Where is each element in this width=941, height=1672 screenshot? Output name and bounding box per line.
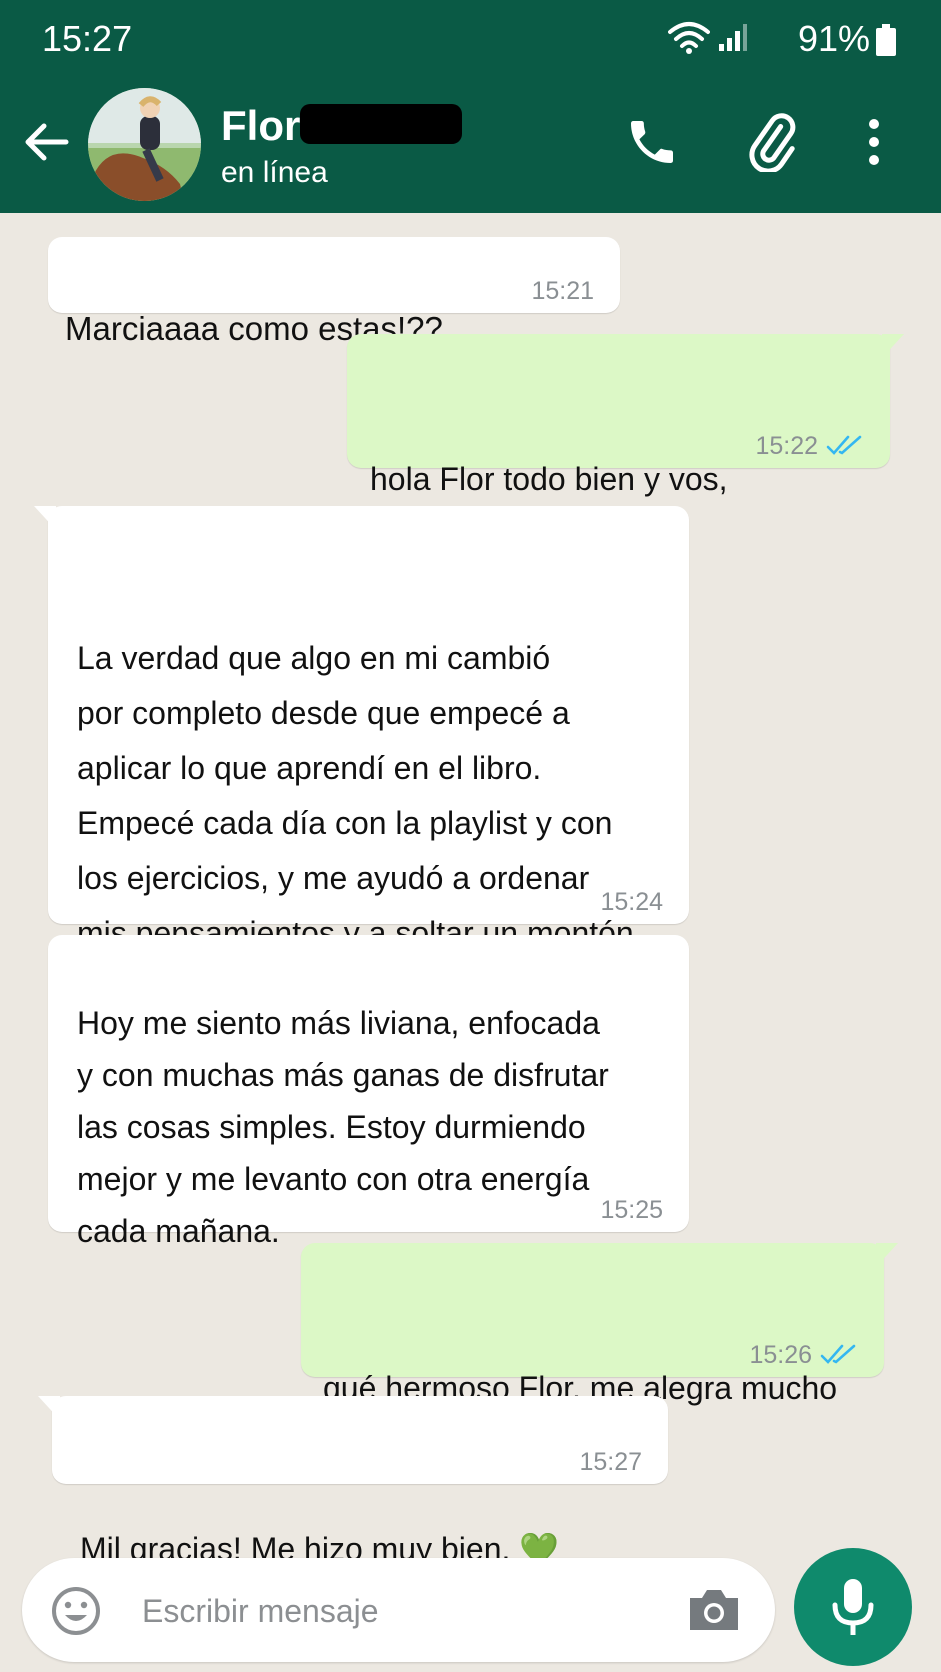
microphone-button[interactable] [794,1548,912,1666]
battery-percentage: 91% [798,18,871,59]
message-time: 15:26 [749,1341,812,1369]
microphone-icon [832,1579,874,1635]
message-bubble-outgoing[interactable]: hola Flor todo bien y vos, que contas? 1… [347,334,904,552]
redaction-bar [300,104,462,144]
phone-call-icon[interactable] [624,114,680,175]
message-bubble-incoming[interactable]: Hoy me siento más liviana, enfocada y co… [48,935,689,1249]
message-bubble-incoming[interactable]: La verdad que algo en mi cambió por comp… [34,506,689,1006]
chat-area[interactable]: Marciaaaa como estas!?? 15:21 hola Flor … [0,213,941,1567]
bubble-tail [34,506,56,530]
contact-status: en línea [221,156,328,189]
message-bubble-outgoing[interactable]: qué hermoso Flor, me alegra mucho leer e… [301,1243,898,1461]
message-time: 15:22 [755,432,818,460]
bubble-tail [38,1396,60,1420]
message-input[interactable] [140,1580,684,1642]
wifi-icon [668,20,710,59]
battery-icon [876,24,896,61]
message-bubble-incoming[interactable]: Mil gracias! Me hizo muy bien. 💚 15:27 [38,1396,668,1567]
message-composer [22,1558,775,1662]
message-time: 15:21 [531,277,594,305]
back-arrow-icon[interactable] [22,118,70,171]
status-time: 15:27 [42,18,133,59]
emoji-icon[interactable] [50,1585,102,1642]
avatar[interactable] [88,88,201,201]
message-bubble-incoming[interactable]: Marciaaaa como estas!?? 15:21 [48,237,620,347]
camera-icon[interactable] [686,1586,742,1639]
message-time: 15:24 [600,888,663,916]
more-options-icon[interactable] [868,118,880,171]
message-time: 15:27 [579,1448,642,1476]
message-time: 15:25 [600,1196,663,1224]
contact-name[interactable]: Flor [221,102,300,150]
bubble-tail [882,334,904,358]
read-receipt-icon [820,1344,856,1364]
bubble-tail [876,1243,898,1267]
read-receipt-icon [826,435,862,455]
paperclip-icon[interactable] [742,112,802,177]
signal-icon [718,22,748,57]
message-text: Hoy me siento más liviana, enfocada y co… [77,1005,609,1249]
app-bar: 15:27 91% Flor en línea [0,0,941,213]
